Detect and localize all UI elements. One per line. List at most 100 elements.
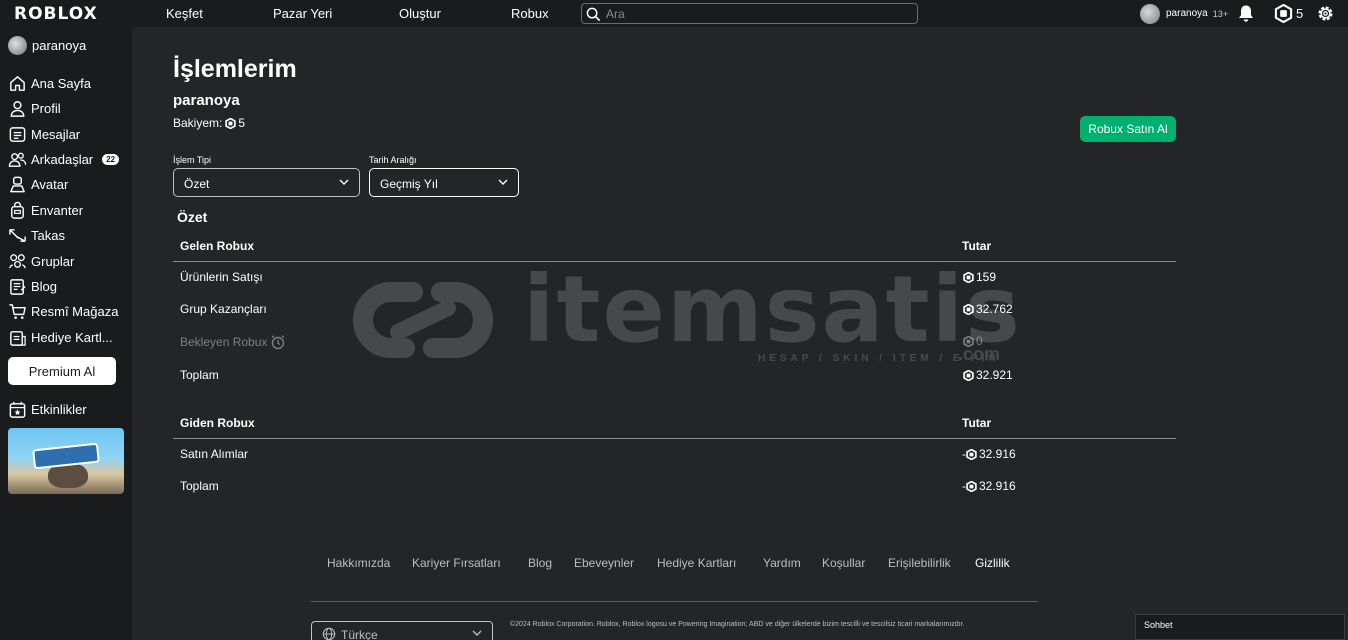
table-row: Toplam 32.921 <box>173 360 1176 390</box>
table-row: Ürünlerin Satışı 159 <box>173 262 1176 292</box>
row-label: Toplam <box>180 368 219 382</box>
event-banner-image[interactable] <box>8 428 124 494</box>
gift-card-icon <box>10 330 26 346</box>
row-amount: - 32.916 <box>962 479 1016 493</box>
footer-link-careers[interactable]: Kariyer Fırsatları <box>412 556 501 570</box>
robux-icon[interactable] <box>1274 4 1293 23</box>
row-label: Ürünlerin Satışı <box>180 270 263 284</box>
settings-gear-icon[interactable] <box>1316 4 1335 23</box>
incoming-table-header: Gelen Robux Tutar <box>173 230 1176 262</box>
footer-link-help[interactable]: Yardım <box>763 556 801 570</box>
sidebar-item-friends[interactable]: Arkadaşlar 22 <box>8 148 128 170</box>
sidebar-item-events[interactable]: Etkinlikler <box>8 398 128 420</box>
transaction-type-value: Özet <box>184 177 210 191</box>
sidebar-user[interactable]: paranoya <box>8 36 86 55</box>
home-icon <box>10 75 25 91</box>
sidebar-item-official-store[interactable]: Resmî Mağaza <box>8 300 128 322</box>
robux-icon <box>225 117 237 129</box>
nav-robux[interactable]: Robux <box>511 6 549 21</box>
nav-create[interactable]: Oluştur <box>399 6 441 21</box>
sidebar-item-blog[interactable]: Blog <box>8 275 128 297</box>
sidebar-item-label: Mesajlar <box>31 126 81 142</box>
top-user-profile[interactable]: paranoya 13+ <box>1140 3 1228 24</box>
table-row: Grup Kazançları 32.762 <box>173 294 1176 324</box>
top-navigation-bar: ROBLOX Keşfet Pazar Yeri Oluştur Robux p… <box>0 0 1348 27</box>
footer-divider <box>311 601 1038 602</box>
balance-label: Bakiyem: <box>173 116 223 130</box>
calendar-star-icon <box>9 401 26 418</box>
amount-header: Tutar <box>962 239 992 253</box>
row-amount: 32.921 <box>963 368 1013 382</box>
footer-link-gift-cards[interactable]: Hediye Kartları <box>657 556 736 570</box>
sidebar-item-label: Profil <box>31 100 61 116</box>
footer-link-parents[interactable]: Ebeveynler <box>574 556 634 570</box>
row-label: Bekleyen Robux <box>180 334 286 350</box>
alarm-clock-icon[interactable] <box>270 334 286 350</box>
avatar-icon <box>10 176 25 192</box>
sidebar-item-groups[interactable]: Gruplar <box>8 250 128 272</box>
robux-icon <box>966 448 977 460</box>
sidebar-item-inventory[interactable]: Envanter <box>8 199 128 221</box>
sidebar-item-label: Takas <box>31 227 65 243</box>
transaction-type-label: İşlem Tipi <box>173 155 212 165</box>
buy-robux-button[interactable]: Robux Satın Al <box>1080 116 1176 142</box>
sidebar-item-avatar[interactable]: Avatar <box>8 173 128 195</box>
footer-link-privacy[interactable]: Gizlilik <box>975 556 1010 570</box>
chevron-down-icon <box>498 179 508 185</box>
transaction-type-select[interactable]: Özet <box>173 168 360 197</box>
search-input[interactable] <box>606 5 906 22</box>
row-amount-value: 32.921 <box>976 368 1013 382</box>
copyright-text: ©2024 Roblox Corporation. Roblox, Roblox… <box>510 621 965 628</box>
row-amount-value: 32.916 <box>979 479 1016 493</box>
chat-tab[interactable]: Sohbet <box>1135 614 1345 640</box>
robux-icon <box>963 271 974 283</box>
pending-label: Bekleyen Robux <box>180 335 268 349</box>
blog-icon <box>10 278 26 295</box>
account-username: paranoya <box>173 92 240 109</box>
date-range-label: Tarih Aralığı <box>369 155 417 165</box>
sidebar-item-home[interactable]: Ana Sayfa <box>8 72 128 94</box>
robux-icon <box>966 480 977 492</box>
date-range-select[interactable]: Geçmiş Yıl <box>369 168 519 197</box>
footer-link-terms[interactable]: Koşullar <box>822 556 865 570</box>
chevron-down-icon <box>339 179 349 185</box>
sidebar-item-messages[interactable]: Mesajlar <box>8 123 128 145</box>
nav-marketplace[interactable]: Pazar Yeri <box>273 6 332 21</box>
sidebar-item-label: Arkadaşlar <box>31 151 94 167</box>
avatar <box>8 36 27 55</box>
row-amount-value: 32.916 <box>979 447 1016 461</box>
sidebar-item-trade[interactable]: Takas <box>8 224 128 246</box>
nav-discover[interactable]: Keşfet <box>166 6 203 21</box>
incoming-header: Gelen Robux <box>180 239 255 253</box>
date-range-value: Geçmiş Yıl <box>380 177 438 191</box>
chat-label: Sohbet <box>1144 620 1173 630</box>
roblox-logo[interactable]: ROBLOX <box>14 4 98 24</box>
footer-link-about[interactable]: Hakkımızda <box>327 556 390 570</box>
amount-header: Tutar <box>962 416 992 430</box>
sidebar-item-gift-cards[interactable]: Hediye Kartl... <box>8 326 128 348</box>
premium-button[interactable]: Premium Al <box>8 357 116 385</box>
sidebar-item-label: Gruplar <box>31 253 75 269</box>
banner-sign-graphic <box>32 442 100 470</box>
row-amount-value: 32.762 <box>976 302 1013 316</box>
footer-link-accessibility[interactable]: Erişilebilirlik <box>888 556 951 570</box>
row-label: Grup Kazançları <box>180 302 267 316</box>
search-icon <box>586 7 601 22</box>
sidebar-item-label: Ana Sayfa <box>31 75 91 91</box>
outgoing-header: Giden Robux <box>180 416 255 430</box>
sidebar-item-profile[interactable]: Profil <box>8 97 128 119</box>
footer-link-blog[interactable]: Blog <box>528 556 552 570</box>
notification-bell-icon[interactable] <box>1237 4 1255 23</box>
balance-line: Bakiyem: 5 <box>173 116 245 130</box>
language-select[interactable]: Türkçe <box>311 621 493 640</box>
store-cart-icon <box>9 303 26 319</box>
sidebar-item-label: Blog <box>31 278 58 294</box>
sidebar-item-label: Avatar <box>31 176 69 192</box>
row-amount: 0 <box>963 334 983 348</box>
friends-count-badge: 22 <box>102 153 120 165</box>
search-box[interactable] <box>581 3 918 24</box>
summary-title: Özet <box>177 209 208 225</box>
sidebar-item-label: Resmî Mağaza <box>31 303 119 319</box>
language-value: Türkçe <box>341 628 378 640</box>
table-row: Satın Alımlar - 32.916 <box>173 439 1176 469</box>
